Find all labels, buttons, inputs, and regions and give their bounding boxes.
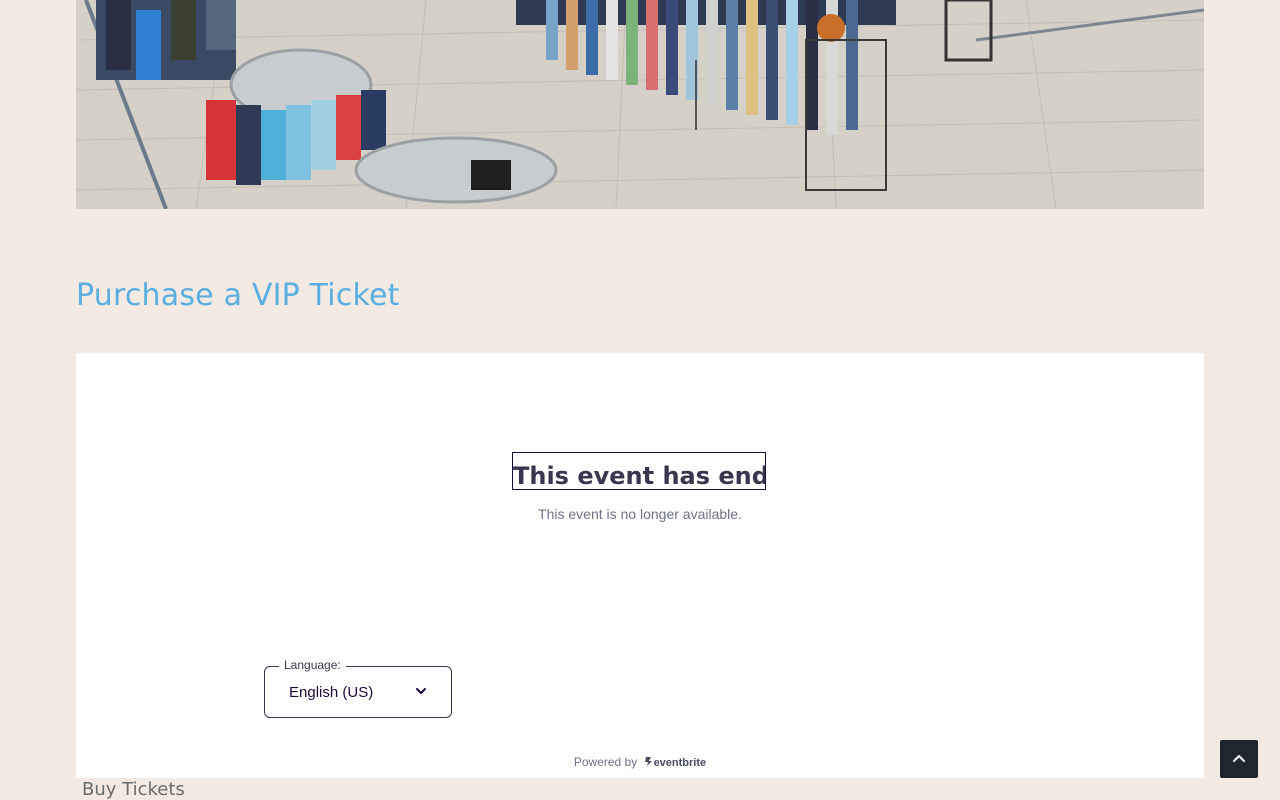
hero-image — [76, 0, 1204, 209]
buy-tickets-link[interactable]: Buy Tickets — [82, 779, 185, 800]
powered-by-prefix: Powered by — [573, 755, 638, 769]
eventbrite-widget: This event has ended This event is no lo… — [76, 353, 1204, 778]
powered-by: Powered by eventbrite — [76, 755, 1204, 769]
language-label: Language: — [279, 658, 346, 672]
chevron-down-icon — [416, 688, 426, 694]
language-selected-value: English (US) — [289, 684, 374, 701]
event-ended-title: This event has ended — [512, 452, 766, 490]
event-ended-subtitle: This event is no longer available. — [538, 506, 742, 522]
eventbrite-logo-icon — [644, 757, 652, 766]
chevron-up-icon — [1233, 755, 1245, 762]
scroll-to-top-button[interactable] — [1220, 740, 1258, 778]
eventbrite-brand[interactable]: eventbrite — [654, 757, 707, 769]
section-title: Purchase a VIP Ticket — [76, 278, 400, 313]
language-select[interactable]: Language: English (US) — [264, 658, 452, 718]
